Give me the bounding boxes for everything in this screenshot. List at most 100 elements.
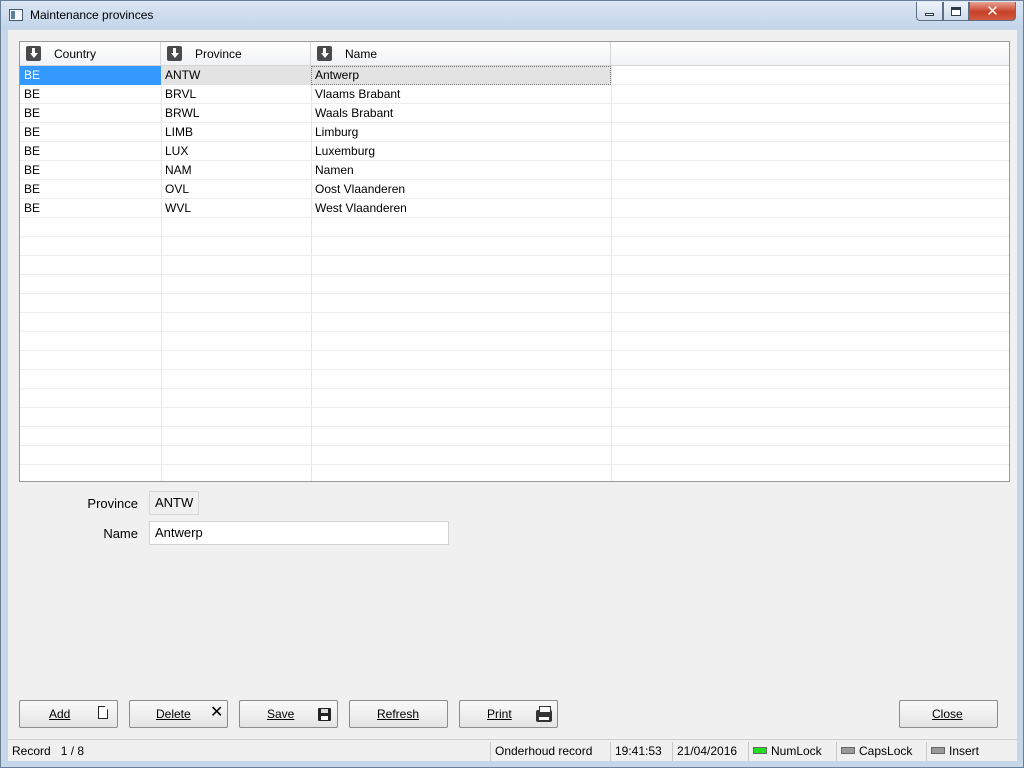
maximize-icon: [951, 6, 961, 16]
cell-province[interactable]: LIMB: [161, 123, 311, 142]
cell-province[interactable]: BRWL: [161, 104, 311, 123]
cell-name[interactable]: Antwerp: [311, 66, 611, 85]
insert-led-icon: [931, 747, 945, 755]
empty-row: [20, 465, 1009, 481]
column-header-label: Country: [54, 47, 97, 61]
column-header-name[interactable]: Name: [311, 42, 611, 66]
cell-country[interactable]: BE: [20, 199, 161, 218]
refresh-button-label: Refresh: [377, 707, 420, 721]
column-header-province[interactable]: Province: [161, 42, 311, 66]
title-bar[interactable]: Maintenance provinces ✕: [1, 1, 1023, 29]
empty-row: [20, 351, 1009, 370]
save-button-label: Save: [267, 707, 295, 721]
client-area: Country Province Name BE ANTW Antwerp BE BRV…: [8, 30, 1017, 761]
record-indicator: Record 1 / 8: [8, 742, 490, 761]
close-button[interactable]: Close: [899, 700, 998, 728]
empty-row: [20, 389, 1009, 408]
time-display: 19:41:53: [610, 742, 672, 761]
print-button-label: Print: [487, 707, 512, 721]
close-button-label: Close: [932, 707, 963, 721]
table-row[interactable]: BE OVL Oost Vlaanderen: [20, 180, 1009, 199]
sort-down-icon[interactable]: [317, 46, 332, 61]
x-icon: ✕: [210, 704, 224, 721]
capslock-led-icon: [841, 747, 855, 755]
cell-province[interactable]: ANTW: [161, 66, 311, 85]
disk-icon: [318, 708, 331, 721]
cell-name[interactable]: Luxemburg: [311, 142, 611, 161]
cell-country[interactable]: BE: [20, 142, 161, 161]
delete-button-label: Delete: [156, 707, 191, 721]
insert-indicator: Insert: [926, 742, 1014, 761]
provinces-grid[interactable]: Country Province Name BE ANTW Antwerp BE BRV…: [19, 41, 1010, 482]
cell-province[interactable]: BRVL: [161, 85, 311, 104]
column-header-country[interactable]: Country: [20, 42, 161, 66]
minimize-button[interactable]: [916, 2, 943, 21]
empty-row: [20, 294, 1009, 313]
close-icon: ✕: [986, 2, 999, 20]
table-row[interactable]: BE ANTW Antwerp: [20, 66, 1009, 85]
empty-row: [20, 237, 1009, 256]
print-button[interactable]: Print: [459, 700, 558, 728]
add-button[interactable]: Add: [19, 700, 118, 728]
add-button-label: Add: [49, 707, 71, 721]
table-row[interactable]: BE NAM Namen: [20, 161, 1009, 180]
empty-row: [20, 446, 1009, 465]
insert-label: Insert: [949, 744, 980, 758]
cell-name[interactable]: Oost Vlaanderen: [311, 180, 611, 199]
record-position: 1 / 8: [60, 744, 85, 758]
printer-icon: [536, 706, 552, 722]
delete-button[interactable]: Delete ✕: [129, 700, 228, 728]
refresh-button[interactable]: Refresh: [349, 700, 448, 728]
cell-country[interactable]: BE: [20, 104, 161, 123]
cell-name[interactable]: Vlaams Brabant: [311, 85, 611, 104]
empty-row: [20, 408, 1009, 427]
app-window-icon[interactable]: [9, 9, 23, 21]
empty-row: [20, 427, 1009, 446]
numlock-indicator: NumLock: [748, 742, 836, 761]
capslock-indicator: CapsLock: [836, 742, 926, 761]
empty-row: [20, 275, 1009, 294]
save-button[interactable]: Save: [239, 700, 338, 728]
empty-row: [20, 256, 1009, 275]
table-row[interactable]: BE WVL West Vlaanderen: [20, 199, 1009, 218]
empty-row: [20, 370, 1009, 389]
cell-name[interactable]: Limburg: [311, 123, 611, 142]
cell-name[interactable]: Namen: [311, 161, 611, 180]
cell-country[interactable]: BE: [20, 161, 161, 180]
table-row[interactable]: BE BRVL Vlaams Brabant: [20, 85, 1009, 104]
capslock-label: CapsLock: [859, 744, 913, 758]
cell-name[interactable]: West Vlaanderen: [311, 199, 611, 218]
numlock-label: NumLock: [771, 744, 822, 758]
province-label: Province: [87, 496, 138, 511]
table-row[interactable]: BE LIMB Limburg: [20, 123, 1009, 142]
cell-province[interactable]: WVL: [161, 199, 311, 218]
table-row[interactable]: BE LUX Luxemburg: [20, 142, 1009, 161]
minimize-icon: [925, 12, 934, 16]
empty-row: [20, 332, 1009, 351]
cell-province[interactable]: NAM: [161, 161, 311, 180]
name-label: Name: [103, 526, 138, 541]
cell-province[interactable]: LUX: [161, 142, 311, 161]
cell-country[interactable]: BE: [20, 123, 161, 142]
sort-down-icon[interactable]: [167, 46, 182, 61]
window-close-button[interactable]: ✕: [969, 2, 1016, 21]
name-input[interactable]: Antwerp: [149, 521, 449, 545]
province-field: ANTW: [149, 491, 199, 515]
maximize-button[interactable]: [943, 2, 969, 21]
column-header-label: Province: [195, 47, 242, 61]
grid-header: Country Province Name: [20, 42, 1009, 66]
column-header-label: Name: [345, 47, 378, 61]
date-display: 21/04/2016: [672, 742, 748, 761]
numlock-led-icon: [753, 747, 767, 755]
sort-down-icon[interactable]: [26, 46, 41, 61]
window-title: Maintenance provinces: [30, 8, 154, 22]
record-label: Record: [12, 744, 51, 758]
cell-country[interactable]: BE: [20, 66, 161, 85]
cell-country[interactable]: BE: [20, 180, 161, 199]
cell-province[interactable]: OVL: [161, 180, 311, 199]
cell-name[interactable]: Waals Brabant: [311, 104, 611, 123]
main-window: Maintenance provinces ✕ Country Province…: [0, 0, 1024, 768]
mode-indicator: Onderhoud record: [490, 742, 610, 761]
table-row[interactable]: BE BRWL Waals Brabant: [20, 104, 1009, 123]
cell-country[interactable]: BE: [20, 85, 161, 104]
